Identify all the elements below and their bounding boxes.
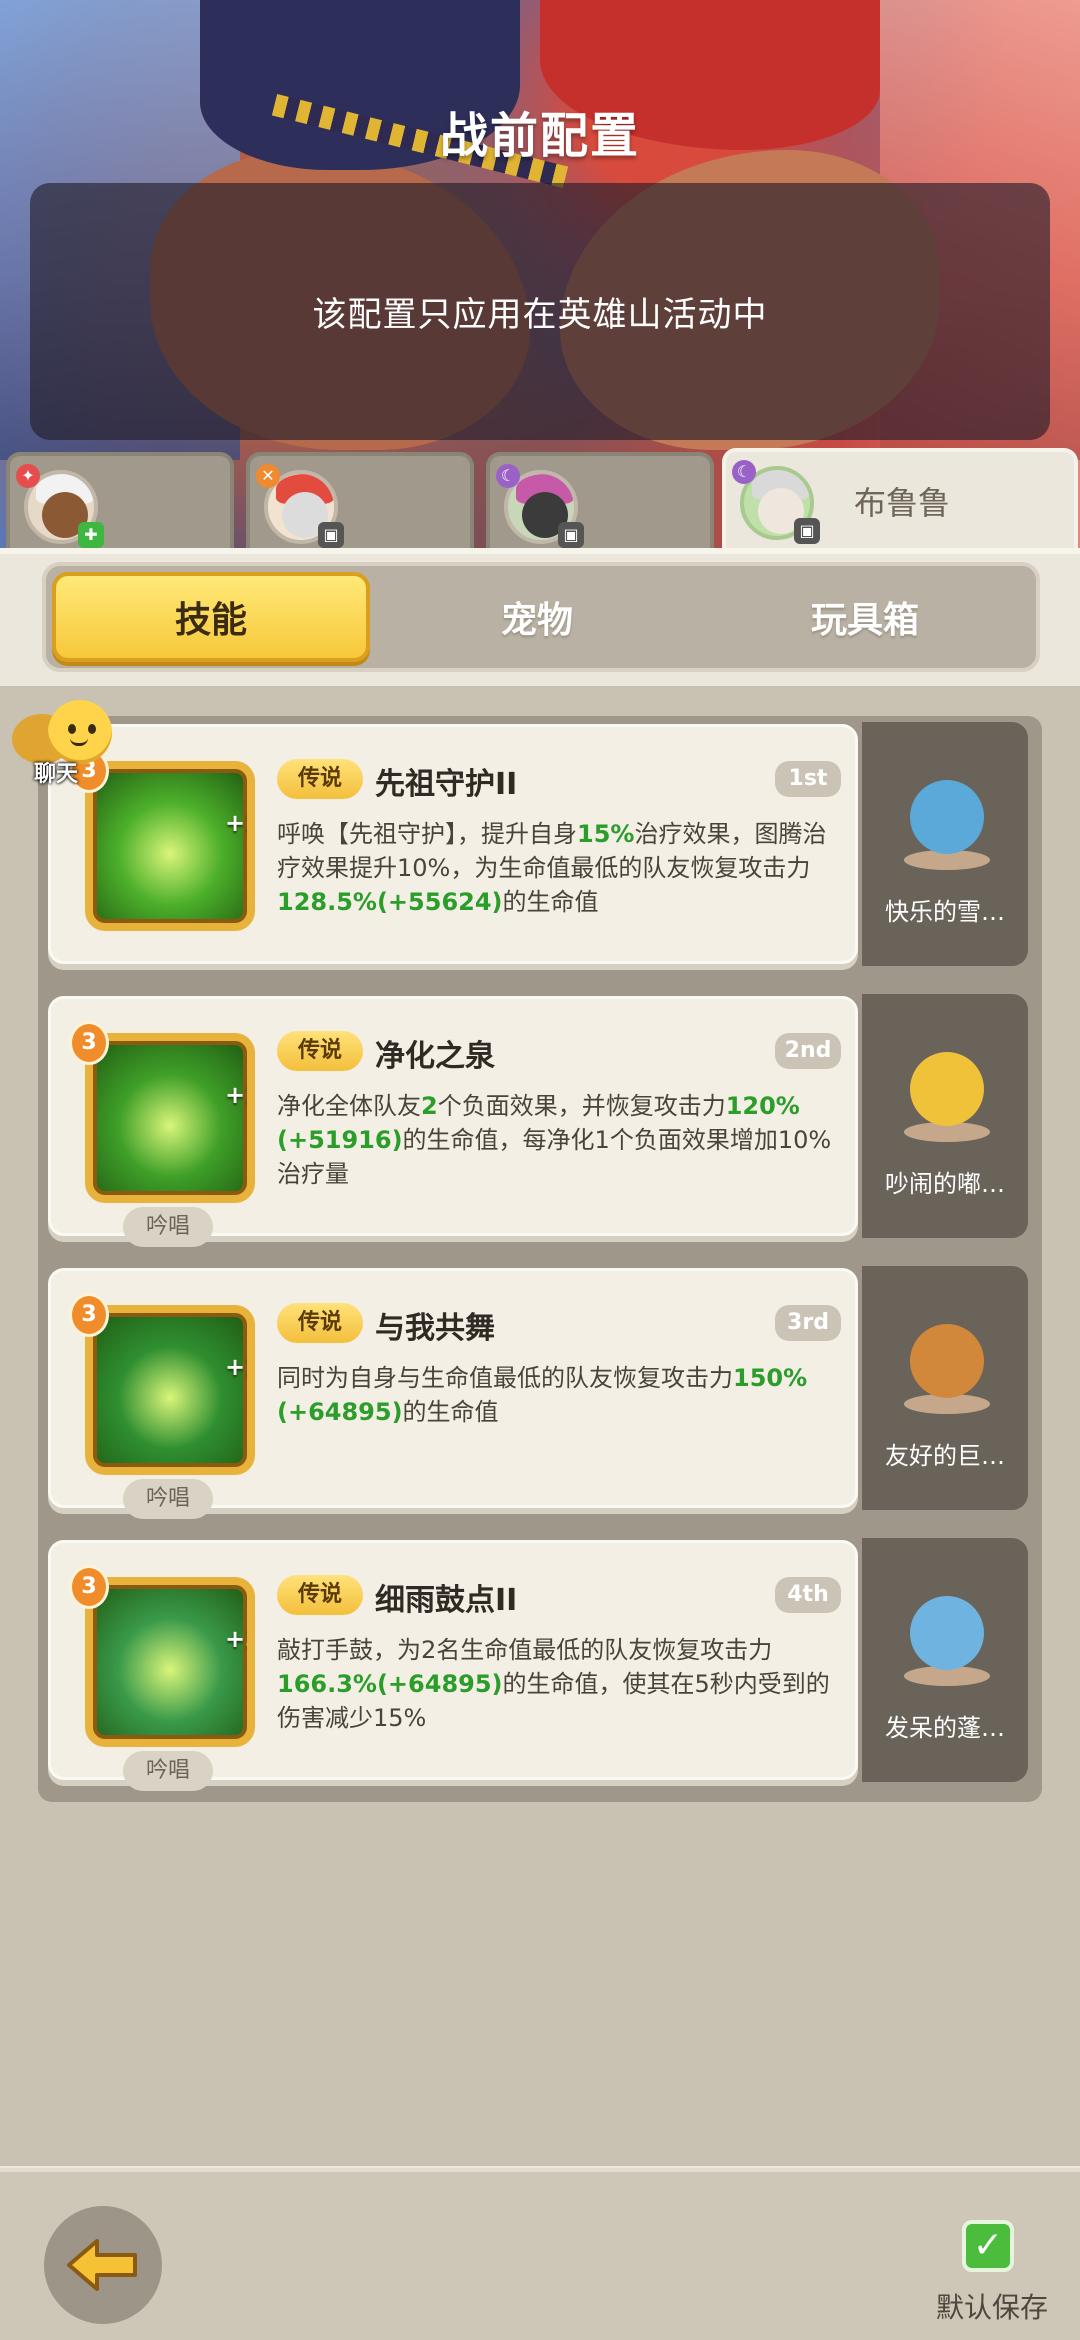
desc-text: 的生命值 xyxy=(402,1398,499,1426)
pet-figure xyxy=(888,1012,1004,1142)
chat-label: 聊天 xyxy=(34,762,79,787)
skill-up-label: UP xyxy=(141,919,181,923)
skill-plus-level: +29 xyxy=(225,1081,247,1109)
arrow-left-icon xyxy=(67,2239,137,2291)
skill-plus-level: +30 xyxy=(225,1625,247,1653)
skill-icon[interactable]: +30 UP xyxy=(85,1577,255,1747)
desc-highlight: 128.5%(+55624) xyxy=(277,888,503,916)
skill-rank: 2nd xyxy=(775,1033,841,1069)
desc-highlight: 15% xyxy=(577,820,635,848)
hero-tab-2[interactable]: ✕ ▣ xyxy=(246,452,474,552)
skill-name: 先祖守护II xyxy=(375,767,518,802)
notice-box: 该配置只应用在英雄山活动中 xyxy=(30,183,1050,440)
skill-plus-level: +29 xyxy=(225,809,247,837)
skill-name: 净化之泉 xyxy=(375,1039,495,1074)
chant-tag: 吟唱 xyxy=(123,1479,213,1519)
pet-name: 快乐的雪… xyxy=(885,898,1005,926)
skill-description: 敲打手鼓，为2名生命值最低的队友恢复攻击力166.3%(+64895)的生命值，… xyxy=(277,1633,837,1735)
pet-slot[interactable]: 友好的巨… xyxy=(862,1266,1028,1510)
desc-text: 净化全体队友 xyxy=(277,1092,421,1120)
fire-element-icon: ✕ xyxy=(256,464,280,488)
skill-level-badge: 3 xyxy=(69,1021,109,1065)
pet-figure xyxy=(888,1284,1004,1414)
tab-skills[interactable]: 技能 xyxy=(52,572,370,662)
skill-rank: 4th xyxy=(775,1577,841,1613)
fire-element-icon: ✦ xyxy=(16,464,40,488)
tab-pets[interactable]: 宠物 xyxy=(378,572,696,662)
notice-text: 该配置只应用在英雄山活动中 xyxy=(312,295,768,335)
skill-icon[interactable]: +29 xyxy=(85,1305,255,1475)
desc-text: 同时为自身与生命值最低的队友恢复攻击力 xyxy=(277,1364,733,1392)
dark-element-icon: ☾ xyxy=(496,464,520,488)
tab-toybox[interactable]: 玩具箱 xyxy=(706,572,1024,662)
skill-name: 细雨鼓点II xyxy=(375,1583,518,1618)
category-tabs: 技能 宠物 玩具箱 xyxy=(42,562,1040,672)
tank-role-icon: ▣ xyxy=(794,518,820,544)
tank-role-icon: ▣ xyxy=(558,522,584,548)
dark-element-icon: ☾ xyxy=(732,460,756,484)
pet-slot[interactable]: 吵闹的嘟… xyxy=(862,994,1028,1238)
page-title: 战前配置 xyxy=(439,108,640,164)
desc-text: 的生命值 xyxy=(502,888,599,916)
smiley-icon xyxy=(48,700,112,764)
desc-highlight: 2 xyxy=(421,1092,438,1120)
pet-name: 发呆的蓬… xyxy=(885,1714,1005,1742)
skill-card[interactable]: +29 3 吟唱 传说与我共舞 3rd 同时为自身与生命值最低的队友恢复攻击力150%(+… xyxy=(48,1268,858,1519)
skill-rank: 1st xyxy=(775,761,841,797)
tank-role-icon: ▣ xyxy=(318,522,344,548)
pet-slot[interactable]: 快乐的雪… xyxy=(862,722,1028,966)
chat-button[interactable]: 聊天 xyxy=(12,700,130,790)
pet-figure xyxy=(888,740,1004,870)
skill-level-badge: 3 xyxy=(69,1293,109,1337)
pet-name: 友好的巨… xyxy=(885,1442,1005,1470)
hero-tab-1[interactable]: ✦ ✚ xyxy=(6,452,234,552)
skill-rank: 3rd xyxy=(775,1305,841,1341)
hero-tab-3[interactable]: ☾ ▣ xyxy=(486,452,714,552)
chant-tag: 吟唱 xyxy=(123,1751,213,1791)
skill-up-label: UP xyxy=(141,1735,181,1739)
back-button[interactable] xyxy=(44,2206,162,2324)
desc-highlight: 166.3%(+64895) xyxy=(277,1670,503,1698)
skill-card[interactable]: +29UP3传说先祖守护II1st呼唤【先祖守护】，提升自身15%治疗效果，图腾… xyxy=(48,724,858,964)
rarity-tag: 传说 xyxy=(277,1575,363,1615)
rarity-tag: 传说 xyxy=(277,1303,363,1343)
pet-figure xyxy=(888,1556,1004,1686)
skill-description: 净化全体队友2个负面效果，并恢复攻击力120%(+51916)的生命值，每净化1… xyxy=(277,1089,837,1191)
support-role-icon: ✚ xyxy=(78,522,104,548)
chant-tag: 吟唱 xyxy=(123,1207,213,1247)
hero-name: 布鲁鲁 xyxy=(854,484,951,522)
desc-text: 敲打手鼓，为2名生命值最低的队友恢复攻击力 xyxy=(277,1636,773,1664)
skill-level-badge: 3 xyxy=(69,1565,109,1609)
pet-slot[interactable]: 发呆的蓬… xyxy=(862,1538,1028,1782)
pet-name: 吵闹的嘟… xyxy=(885,1170,1005,1198)
default-save-label: 默认保存 xyxy=(936,2291,1049,2324)
skill-description: 同时为自身与生命值最低的队友恢复攻击力150%(+64895)的生命值 xyxy=(277,1361,837,1429)
desc-text: 个负面效果，并恢复攻击力 xyxy=(437,1092,726,1120)
skill-description: 呼唤【先祖守护】，提升自身15%治疗效果，图腾治疗效果提升10%，为生命值最低的… xyxy=(277,817,837,919)
skill-icon[interactable]: +29 xyxy=(85,1033,255,1203)
bottom-bar: ✓ 默认保存 xyxy=(0,2168,1080,2340)
rarity-tag: 传说 xyxy=(277,759,363,799)
skill-plus-level: +29 xyxy=(225,1353,247,1381)
skill-card[interactable]: +29 3 吟唱 传说净化之泉 2nd 净化全体队友2个负面效果，并恢复攻击力120%(+… xyxy=(48,996,858,1247)
rarity-tag: 传说 xyxy=(277,1031,363,1071)
default-save-checkbox[interactable]: ✓ xyxy=(962,2220,1014,2272)
skill-name: 与我共舞 xyxy=(375,1311,495,1346)
desc-text: 呼唤【先祖守护】，提升自身 xyxy=(277,820,577,848)
skill-card[interactable]: +30 UP 3 吟唱 传说细雨鼓点II 4th敲打手鼓，为2名生命值最低的队友恢复攻击力… xyxy=(48,1540,858,1791)
